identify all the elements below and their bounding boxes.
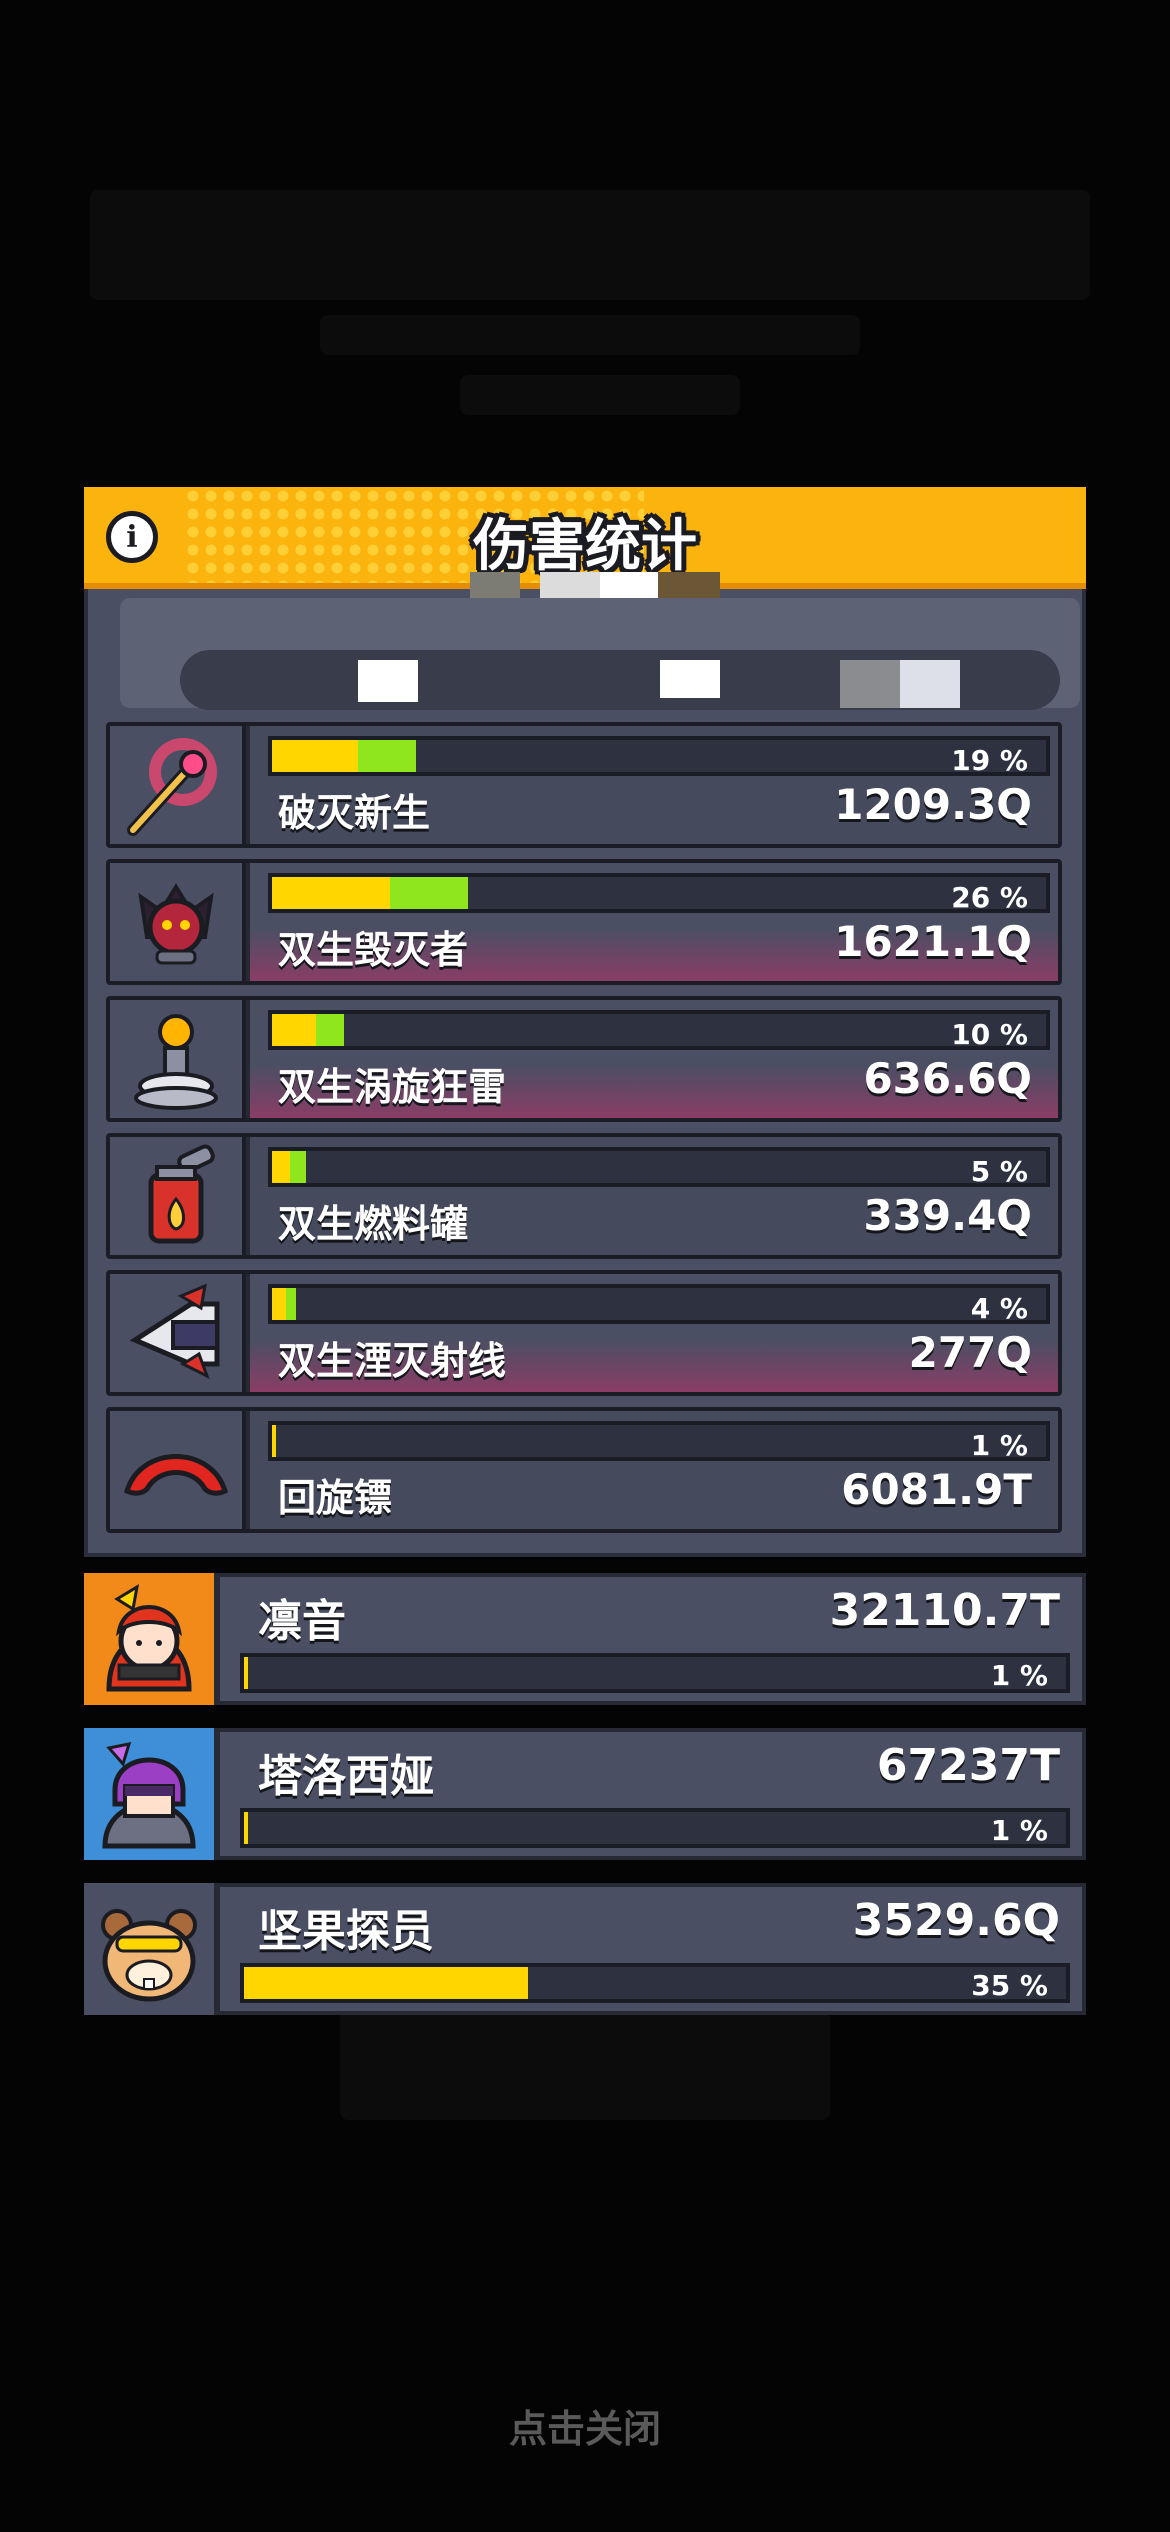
- weapon-info: 19 % 破灭新生 1209.3Q: [250, 726, 1058, 844]
- ray-cannon-icon: [110, 1274, 246, 1392]
- weapon-name: 双生涡旋狂雷: [278, 1065, 507, 1109]
- tesla-coil-icon: [110, 1000, 246, 1118]
- damage-share-bar: 26 %: [268, 873, 1050, 914]
- damage-share-bar: 10 %: [268, 1010, 1050, 1051]
- weapon-name: 双生毁灭者: [278, 928, 469, 972]
- obscured-region: [600, 572, 658, 598]
- weapon-row: 10 % 双生涡旋狂雷 636.6Q: [106, 996, 1062, 1122]
- weapon-info: 5 % 双生燃料罐 339.4Q: [250, 1137, 1058, 1255]
- damage-percent: 1 %: [970, 1429, 1028, 1462]
- background-banner: [90, 190, 1090, 300]
- damage-value: 1621.1Q: [834, 917, 1032, 966]
- boomerang-icon: [110, 1411, 246, 1529]
- damage-value: 1209.3Q: [834, 780, 1032, 829]
- hero-name: 凛音: [258, 1596, 346, 1647]
- fuel-tank-icon: [110, 1137, 246, 1255]
- damage-value: 277Q: [908, 1328, 1032, 1377]
- weapon-name: 双生燃料罐: [278, 1202, 469, 1246]
- obscured-region: [900, 660, 960, 708]
- damage-share-bar: 1 %: [240, 1653, 1070, 1693]
- hero-name: 塔洛西娅: [258, 1751, 434, 1802]
- damage-share-bar: 19 %: [268, 736, 1050, 777]
- damage-value: 3529.6Q: [852, 1895, 1060, 1946]
- weapon-name: 破灭新生: [278, 791, 431, 835]
- weapon-info: 26 % 双生毁灭者 1621.1Q: [250, 863, 1058, 981]
- damage-share-bar: 1 %: [268, 1421, 1050, 1462]
- hero-row: 坚果探员 3529.6Q 35 %: [84, 1883, 1086, 2015]
- damage-value: 339.4Q: [863, 1191, 1032, 1240]
- damage-share-bar: 5 %: [268, 1147, 1050, 1188]
- weapon-row: 5 % 双生燃料罐 339.4Q: [106, 1133, 1062, 1259]
- damage-percent: 1 %: [990, 1814, 1048, 1847]
- damage-share-bar: 1 %: [240, 1808, 1070, 1848]
- weapon-info: 1 % 回旋镖 6081.9T: [250, 1411, 1058, 1529]
- hero-name: 坚果探员: [258, 1906, 434, 1957]
- damage-value: 32110.7T: [829, 1585, 1060, 1636]
- axe-staff-icon: [110, 726, 246, 844]
- damage-value: 636.6Q: [863, 1054, 1032, 1103]
- damage-percent: 35 %: [971, 1969, 1048, 2002]
- obscured-region: [660, 660, 720, 698]
- background-text-line: [460, 375, 740, 415]
- damage-percent: 19 %: [951, 744, 1028, 777]
- damage-percent: 4 %: [970, 1292, 1028, 1325]
- obscured-region: [470, 572, 520, 598]
- weapon-row: 19 % 破灭新生 1209.3Q: [106, 722, 1062, 848]
- weapon-row: 1 % 回旋镖 6081.9T: [106, 1407, 1062, 1533]
- hero-nut-agent-avatar: [84, 1883, 220, 2015]
- weapon-name: 双生湮灭射线: [278, 1339, 507, 1383]
- damage-share-bar: 4 %: [268, 1284, 1050, 1325]
- damage-percent: 1 %: [990, 1659, 1048, 1692]
- damage-share-bar: 35 %: [240, 1963, 1070, 2003]
- weapon-row: 26 % 双生毁灭者 1621.1Q: [106, 859, 1062, 985]
- overlay-backdrop[interactable]: i 伤害统计 19 % 破灭新生 1209.3Q 26 % 双生毁灭者 1621…: [0, 0, 1170, 2532]
- hero-row: 塔洛西娅 67237T 1 %: [84, 1728, 1086, 1860]
- background-text-line: [320, 315, 860, 355]
- damage-percent: 10 %: [951, 1018, 1028, 1051]
- hero-talosia-avatar: [84, 1728, 220, 1860]
- obscured-region: [840, 660, 900, 708]
- damage-value: 67237T: [876, 1740, 1060, 1791]
- panel-title: 伤害统计: [473, 514, 697, 579]
- obscured-region: [358, 660, 418, 702]
- demon-drone-icon: [110, 863, 246, 981]
- weapon-name: 回旋镖: [278, 1476, 393, 1520]
- hero-rinne-avatar: [84, 1573, 220, 1705]
- weapon-info: 10 % 双生涡旋狂雷 636.6Q: [250, 1000, 1058, 1118]
- weapon-row: 4 % 双生湮灭射线 277Q: [106, 1270, 1062, 1396]
- tap-to-close-hint[interactable]: 点击关闭: [0, 2398, 1170, 2453]
- damage-percent: 26 %: [951, 881, 1028, 914]
- damage-percent: 5 %: [970, 1155, 1028, 1188]
- background-button: [340, 2010, 830, 2120]
- obscured-region: [658, 572, 720, 598]
- hero-row: 凛音 32110.7T 1 %: [84, 1573, 1086, 1705]
- weapon-info: 4 % 双生湮灭射线 277Q: [250, 1274, 1058, 1392]
- obscured-region: [540, 572, 600, 598]
- damage-value: 6081.9T: [841, 1465, 1032, 1514]
